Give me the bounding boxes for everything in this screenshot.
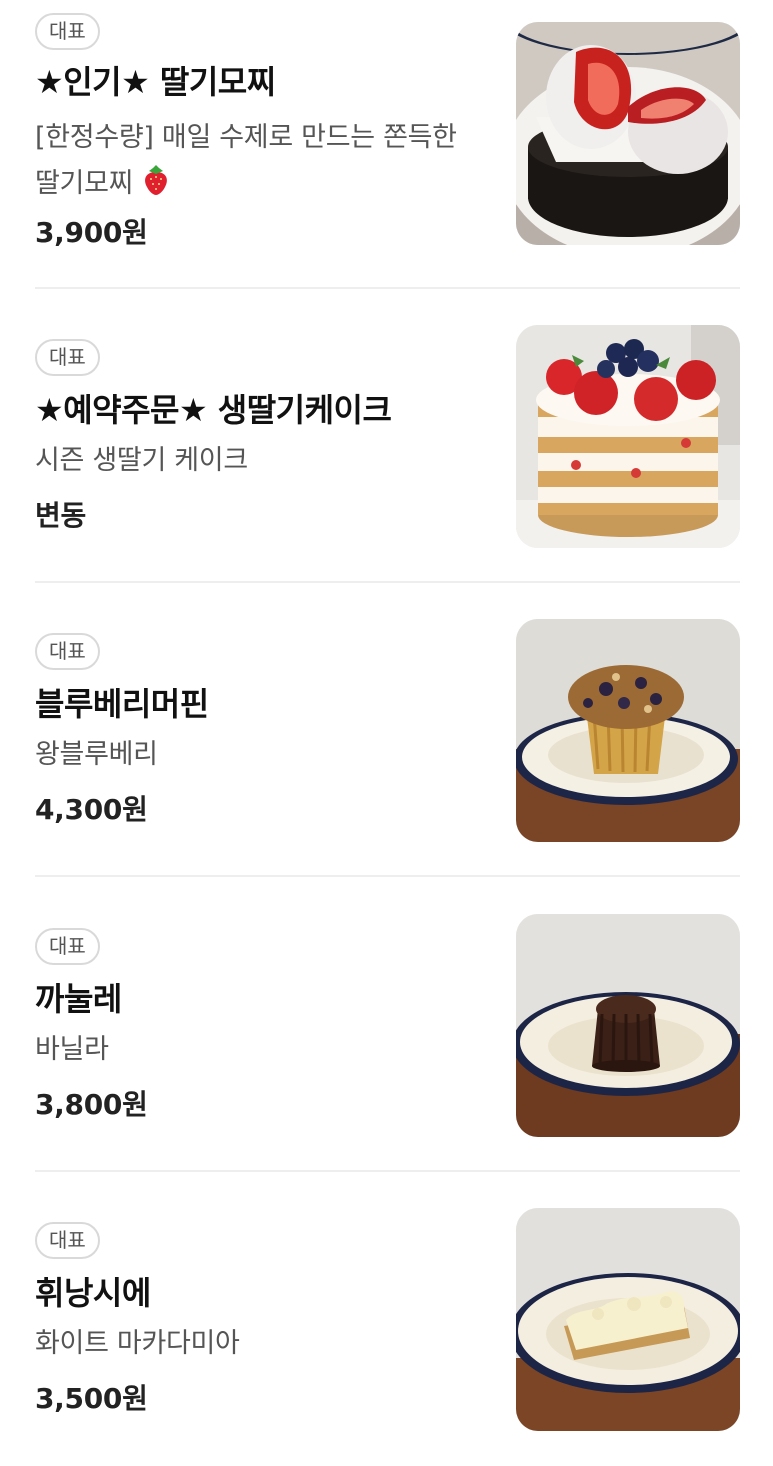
menu-item-description-text: [한정수량] 매일 수제로 만드는 쫀득한 딸기모찌 xyxy=(35,122,457,199)
menu-item-description: 왕블루베리 xyxy=(35,739,158,770)
menu-item-price: 3,800원 xyxy=(35,1088,148,1121)
menu-item-name: ★인기★ 딸기모찌 xyxy=(35,63,276,101)
menu-item-canele[interactable]: 대표 까눌레 바닐라 3,800원 xyxy=(35,878,740,1172)
representative-badge: 대표 xyxy=(35,633,100,670)
menu-item-blueberry-muffin[interactable]: 대표 블루베리머핀 왕블루베리 4,300원 xyxy=(35,583,740,877)
representative-badge: 대표 xyxy=(35,1222,100,1259)
menu-item-name: 블루베리머핀 xyxy=(35,685,209,723)
menu-item-photo[interactable] xyxy=(516,325,740,548)
representative-badge: 대표 xyxy=(35,928,100,965)
item-divider xyxy=(35,875,740,877)
representative-badge: 대표 xyxy=(35,339,100,376)
menu-list: 대표 ★인기★ 딸기모찌 [한정수량] 매일 수제로 만드는 쫀득한 딸기모찌 … xyxy=(0,0,773,1455)
strawberry-icon xyxy=(141,164,171,211)
menu-item-photo[interactable] xyxy=(516,619,740,842)
menu-item-price: 3,900원 xyxy=(35,216,148,249)
menu-item-photo[interactable] xyxy=(516,914,740,1137)
menu-item-name: 까눌레 xyxy=(35,980,122,1018)
representative-badge: 대표 xyxy=(35,13,100,50)
menu-item-price: 변동 xyxy=(35,499,86,532)
menu-item-photo[interactable] xyxy=(516,22,740,245)
menu-item-description: 시즌 생딸기 케이크 xyxy=(35,445,248,476)
menu-item-price: 3,500원 xyxy=(35,1382,148,1415)
menu-item-financier[interactable]: 대표 휘낭시에 화이트 마카다미아 3,500원 xyxy=(35,1172,740,1466)
menu-item-strawberry-mochi[interactable]: 대표 ★인기★ 딸기모찌 [한정수량] 매일 수제로 만드는 쫀득한 딸기모찌 … xyxy=(35,0,740,289)
menu-item-strawberry-cake[interactable]: 대표 ★예약주문★ 생딸기케이크 시즌 생딸기 케이크 변동 xyxy=(35,289,740,583)
menu-item-name: 휘낭시에 xyxy=(35,1274,151,1312)
menu-item-description: [한정수량] 매일 수제로 만드는 쫀득한 딸기모찌 xyxy=(35,115,485,211)
menu-item-photo[interactable] xyxy=(516,1208,740,1431)
menu-item-description: 화이트 마카다미아 xyxy=(35,1328,240,1359)
menu-item-price: 4,300원 xyxy=(35,793,148,826)
menu-item-description: 바닐라 xyxy=(35,1034,109,1065)
menu-item-name: ★예약주문★ 생딸기케이크 xyxy=(35,391,392,429)
